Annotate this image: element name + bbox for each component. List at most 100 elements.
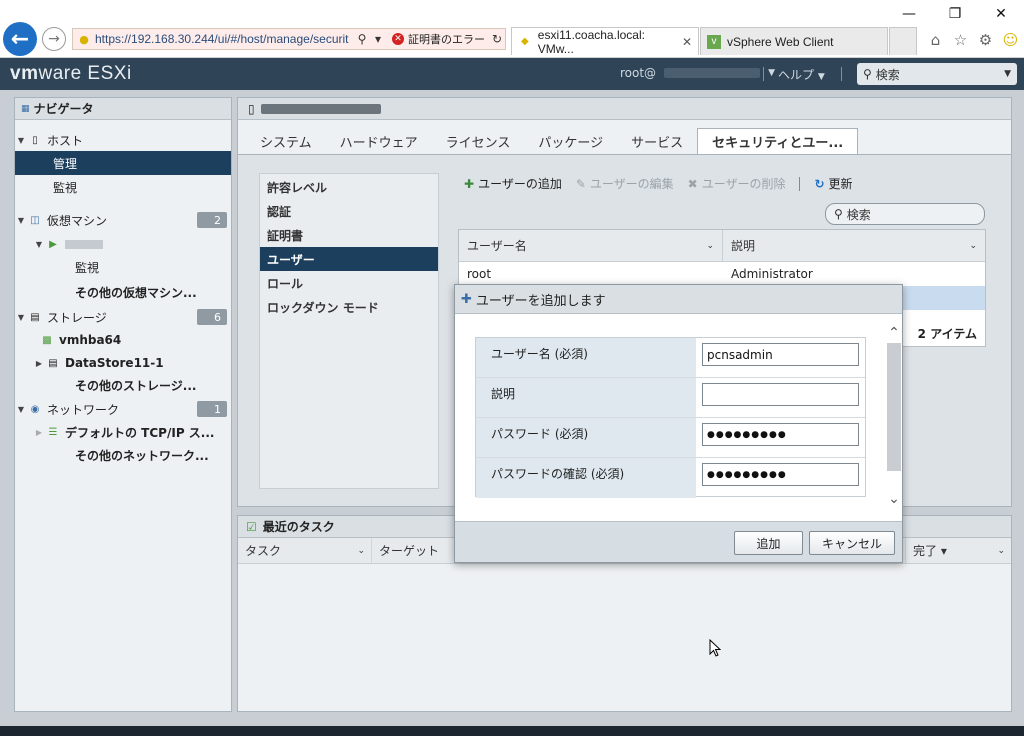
minimize-icon[interactable]: —	[886, 0, 932, 28]
help-menu[interactable]: ヘルプ ▼	[778, 66, 825, 83]
tab-services[interactable]: サービス	[617, 128, 697, 154]
nav-more-storage[interactable]: その他のストレージ...	[15, 373, 231, 397]
users-toolbar: ✚ ユーザーの追加 ✎ ユーザーの編集 ✖ ユーザーの削除 ↻ 更新	[464, 175, 853, 192]
edit-user-button[interactable]: ✎ ユーザーの編集	[576, 175, 674, 192]
tab-security-users[interactable]: セキュリティとユー...	[697, 128, 859, 154]
column-username[interactable]: ユーザー名 ⌄	[459, 230, 723, 261]
menu-authentication[interactable]: 認証	[260, 199, 438, 223]
nav-vmhba64[interactable]: ▩ vmhba64	[15, 328, 231, 352]
close-icon[interactable]: ✕	[978, 0, 1024, 28]
tab-hardware[interactable]: ハードウェア	[326, 128, 432, 154]
add-button[interactable]: 追加	[734, 531, 803, 555]
storage-icon: ▤	[30, 311, 40, 323]
dialog-title-bar[interactable]: ✚ ユーザーを追加します	[455, 285, 902, 314]
collapsed-icon[interactable]: ▶	[33, 428, 45, 437]
header-search-input[interactable]: ⚲ 検索 ▼	[857, 63, 1017, 85]
datastore-icon: ▤	[48, 357, 58, 369]
cert-error-label[interactable]: 証明書のエラー	[408, 31, 485, 47]
url-text[interactable]: https://192.168.30.244/ui/#/host/manage/…	[95, 32, 354, 46]
expanded-icon[interactable]: ▼	[33, 240, 45, 249]
menu-users[interactable]: ユーザー	[260, 247, 438, 271]
column-completed[interactable]: 完了 ▾ ⌄	[906, 538, 1011, 563]
refresh-button[interactable]: ↻ 更新	[814, 175, 852, 192]
tab-packages[interactable]: パッケージ	[524, 128, 617, 154]
user-search-input[interactable]: ⚲ 検索	[825, 203, 985, 225]
new-tab-button[interactable]	[889, 27, 917, 55]
menu-acceptance-level[interactable]: 許容レベル	[260, 175, 438, 199]
scroll-thumb[interactable]	[887, 343, 901, 471]
nav-storage[interactable]: ▼ ▤ ストレージ 6	[15, 305, 231, 329]
column-description[interactable]: 説明 ⌄	[723, 230, 985, 261]
count-badge: 6	[197, 309, 227, 325]
nav-monitor[interactable]: 監視	[15, 175, 231, 199]
collapsed-icon[interactable]: ▶	[33, 359, 45, 368]
nav-virtual-machines[interactable]: ▼ ◫ 仮想マシン 2	[15, 208, 231, 232]
description-field[interactable]	[702, 383, 859, 406]
tab-close-icon[interactable]: ✕	[682, 35, 692, 49]
browser-tab-vsphere[interactable]: v vSphere Web Client	[700, 27, 888, 55]
scroll-up-icon[interactable]: ⌃	[886, 323, 902, 343]
column-task[interactable]: タスク ⌄	[238, 538, 372, 563]
add-user-button[interactable]: ✚ ユーザーの追加	[464, 175, 562, 192]
forward-button[interactable]: →	[42, 27, 66, 51]
refresh-icon[interactable]: ↻	[489, 32, 505, 46]
table-row[interactable]: root Administrator	[459, 262, 985, 286]
esxi-header: vmware ESXi root@ ▼ ヘルプ ▼ ⚲ 検索 ▼	[0, 58, 1024, 90]
nav-vm-monitor[interactable]: 監視	[15, 255, 231, 279]
back-button[interactable]: ←	[3, 22, 37, 56]
user-menu[interactable]: root@ ▼	[620, 66, 775, 80]
delete-user-label: ユーザーの削除	[701, 177, 786, 191]
expanded-icon[interactable]: ▼	[15, 313, 27, 322]
column-label: 説明	[731, 239, 756, 253]
username-field[interactable]	[702, 343, 859, 366]
logo-vm: vm	[10, 63, 39, 84]
nav-vm-item[interactable]: ▼ ▶	[15, 232, 231, 256]
toolbar-separator	[799, 176, 801, 191]
delete-user-button[interactable]: ✖ ユーザーの削除	[688, 175, 786, 192]
nav-datastore[interactable]: ▶ ▤ DataStore11-1	[15, 351, 231, 375]
chevron-down-icon: ⌄	[969, 240, 977, 251]
dropdown-icon[interactable]: ▾	[370, 32, 386, 46]
tab-system[interactable]: システム	[246, 128, 326, 154]
nav-label: 監視	[75, 260, 100, 275]
form-row-password: パスワード (必須)	[476, 418, 865, 458]
expanded-icon[interactable]: ▼	[15, 405, 27, 414]
home-icon[interactable]: ⌂	[926, 30, 945, 49]
menu-certificates[interactable]: 証明書	[260, 223, 438, 247]
favorites-star-icon[interactable]: ☆	[951, 30, 970, 49]
cert-error-icon: ✕	[392, 33, 404, 45]
nav-manage[interactable]: 管理	[15, 151, 231, 175]
nav-more-vms[interactable]: その他の仮想マシン...	[15, 280, 231, 304]
cancel-button[interactable]: キャンセル	[809, 531, 895, 555]
smiley-feedback-icon[interactable]: ☺	[1001, 30, 1020, 49]
confirm-password-field[interactable]	[702, 463, 859, 486]
tab-license[interactable]: ライセンス	[432, 128, 525, 154]
settings-gear-icon[interactable]: ⚙	[976, 30, 995, 49]
dialog-body: ユーザー名 (必須) 説明 パスワード (必須) パスワードの確認 (必須) ⌃…	[455, 315, 902, 521]
column-label: ユーザー名	[467, 239, 527, 253]
browser-tab-esxi[interactable]: ◆ esxi11.coacha.local: VMw... ✕	[511, 27, 699, 56]
nav-host[interactable]: ▼ ▯ ホスト	[15, 128, 231, 152]
dialog-title: ユーザーを追加します	[475, 293, 606, 309]
nav-network[interactable]: ▼ ◉ ネットワーク 1	[15, 397, 231, 421]
header-search-placeholder: 検索	[875, 67, 900, 82]
item-count: 2 アイテム	[917, 327, 977, 341]
vm-icon: ◫	[30, 214, 40, 226]
chevron-down-icon[interactable]: ▼	[1004, 69, 1011, 79]
password-field[interactable]	[702, 423, 859, 446]
dialog-scrollbar[interactable]: ⌃ ⌄	[886, 323, 902, 511]
menu-roles[interactable]: ロール	[260, 271, 438, 295]
expanded-icon[interactable]: ▼	[15, 136, 27, 145]
nav-label: 監視	[53, 180, 78, 195]
scroll-down-icon[interactable]: ⌄	[886, 489, 902, 509]
nav-more-networks[interactable]: その他のネットワーク...	[15, 443, 231, 467]
chevron-down-icon: ⌄	[997, 545, 1005, 556]
menu-lockdown-mode[interactable]: ロックダウン モード	[260, 295, 438, 319]
nav-tcpip-stack[interactable]: ▶ ☰ デフォルトの TCP/IP ス...	[15, 420, 231, 444]
vm-power-icon: ▶	[49, 238, 57, 250]
restore-icon[interactable]: ❐	[932, 0, 978, 28]
adapter-icon: ▩	[42, 334, 52, 346]
search-icon[interactable]: ⚲	[354, 32, 370, 46]
address-bar[interactable]: ● https://192.168.30.244/ui/#/host/manag…	[72, 28, 506, 50]
expanded-icon[interactable]: ▼	[15, 216, 27, 225]
